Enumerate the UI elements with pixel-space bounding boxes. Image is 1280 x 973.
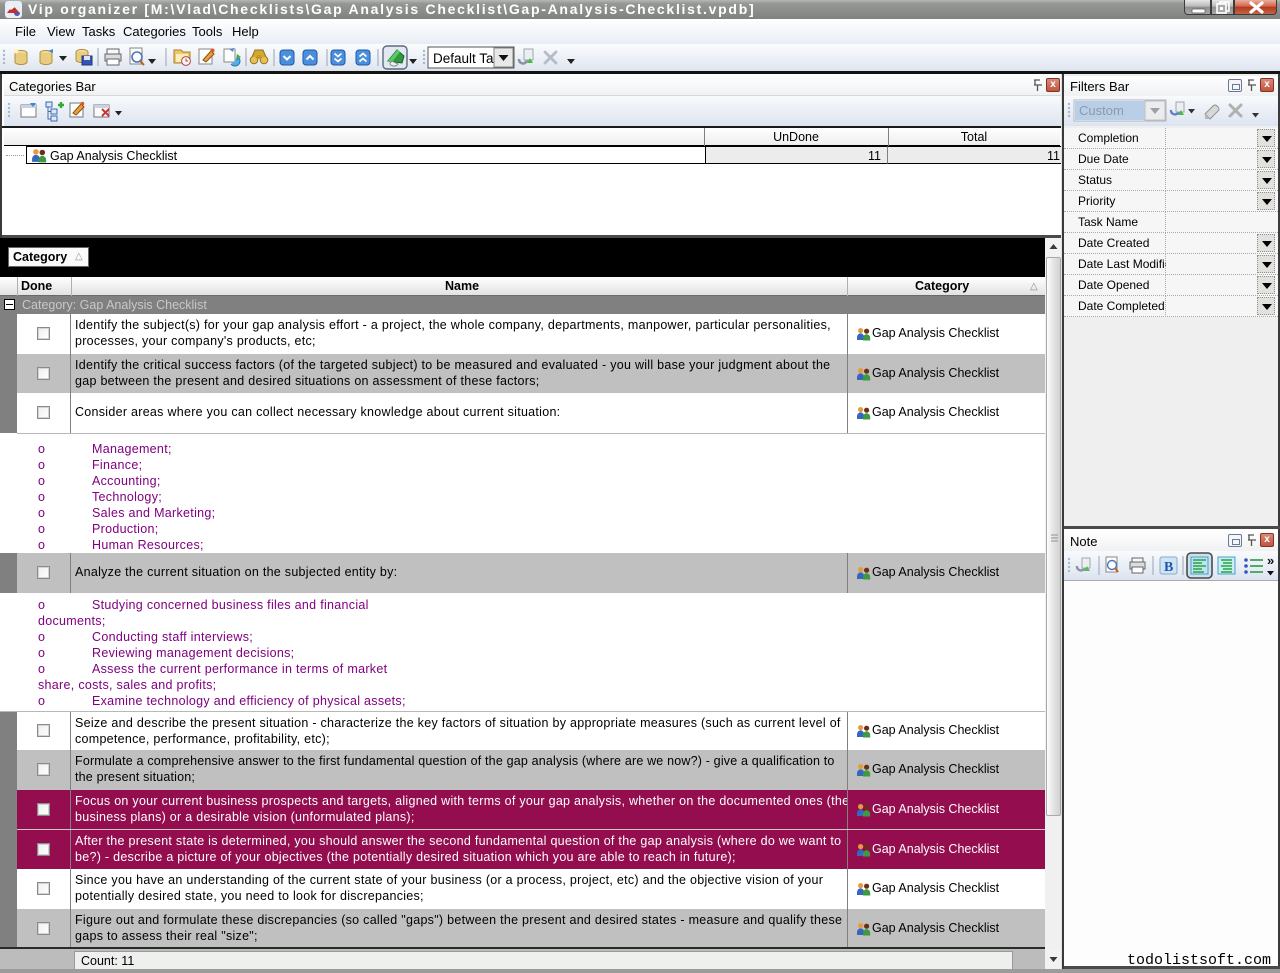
svg-text:B: B: [1164, 560, 1173, 575]
svg-text:Custom: Custom: [1079, 103, 1124, 118]
svg-text:»: »: [1267, 553, 1274, 568]
